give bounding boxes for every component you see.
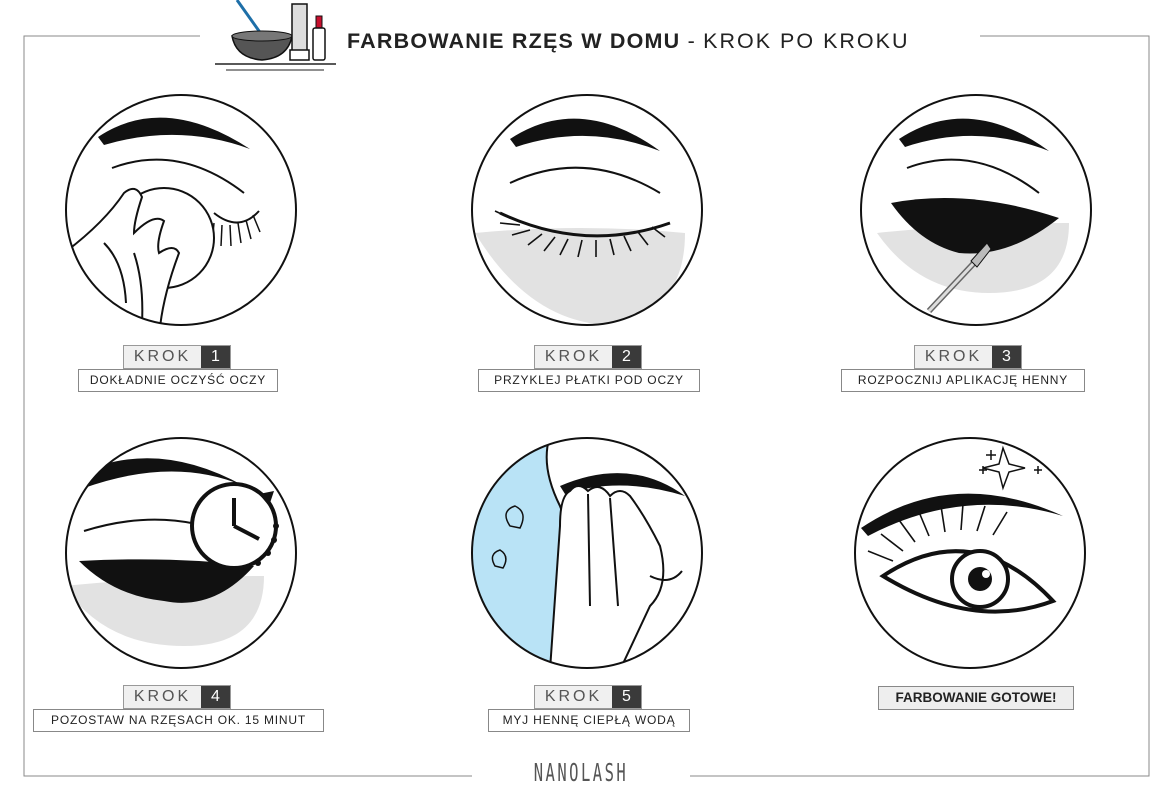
step-4-krok-label: KROK (124, 686, 201, 708)
step-3-number: 3 (992, 346, 1021, 368)
henna-kit-icon (215, 0, 336, 71)
step-3-badge: KROK 3 (914, 345, 1022, 369)
step-1-krok-label: KROK (124, 346, 201, 368)
step-4-illustration (65, 437, 297, 669)
step-1-description: DOKŁADNIE OCZYŚĆ OCZY (78, 369, 278, 392)
step-2-krok-label: KROK (535, 346, 612, 368)
step-5-number: 5 (612, 686, 641, 708)
step-4-badge: KROK 4 (123, 685, 231, 709)
step-4-description: POZOSTAW NA RZĘSACH OK. 15 MINUT (33, 709, 324, 732)
step-4-number: 4 (201, 686, 230, 708)
step-2-description: PRZYKLEJ PŁATKI POD OCZY (478, 369, 700, 392)
final-result-label: FARBOWANIE GOTOWE! (878, 686, 1074, 710)
step-5-badge: KROK 5 (534, 685, 642, 709)
brand-logo: NANOLASH (533, 758, 629, 787)
step-5-krok-label: KROK (535, 686, 612, 708)
step-1-number: 1 (201, 346, 230, 368)
title-separator: - (687, 29, 696, 53)
step-2-number: 2 (612, 346, 641, 368)
title-subtitle: KROK PO KROKU (703, 29, 910, 53)
step-1-badge: KROK 1 (123, 345, 231, 369)
final-result-illustration (854, 437, 1086, 669)
step-1-illustration (65, 94, 297, 326)
step-5-description: MYJ HENNĘ CIEPŁĄ WODĄ (488, 709, 690, 732)
title-bold: FARBOWANIE RZĘS W DOMU (347, 29, 681, 53)
page-title: FARBOWANIE RZĘS W DOMU - KROK PO KROKU (347, 26, 910, 56)
step-3-krok-label: KROK (915, 346, 992, 368)
step-3-description: ROZPOCZNIJ APLIKACJĘ HENNY (841, 369, 1085, 392)
step-3-illustration (860, 94, 1092, 326)
step-5-illustration (471, 437, 703, 669)
step-2-badge: KROK 2 (534, 345, 642, 369)
step-2-illustration (471, 94, 703, 326)
